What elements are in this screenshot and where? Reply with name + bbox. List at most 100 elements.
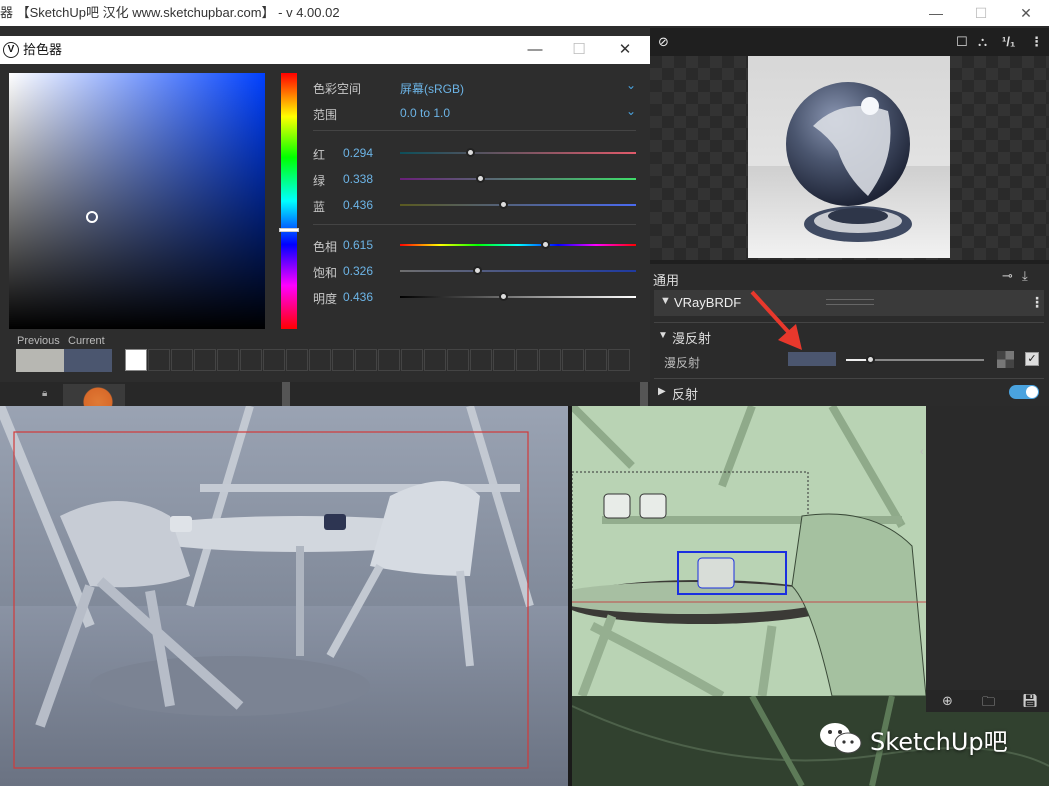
brightness-value[interactable]: 0.436: [343, 290, 373, 304]
green-label: 绿: [313, 174, 326, 188]
empty-color-slot[interactable]: [470, 349, 492, 371]
hue-bar[interactable]: [279, 73, 299, 329]
chevron-down-icon[interactable]: ⌄: [626, 78, 636, 92]
sv-handle[interactable]: [86, 211, 98, 223]
empty-color-slot[interactable]: [171, 349, 193, 371]
color-picker-dialog: V 拾色器 — ☐ ✕ 色彩空间 屏幕(sRGB) ⌄ 范围 0.0 to 1.…: [0, 36, 650, 406]
divider: [654, 322, 1044, 323]
render-scene: [0, 406, 568, 786]
saturation-slider[interactable]: [400, 266, 636, 275]
drag-handle[interactable]: [826, 299, 874, 305]
layer-menu-icon[interactable]: ⋮: [1030, 294, 1044, 311]
picker-close-button[interactable]: ✕: [602, 36, 648, 64]
vraybrdf-layer[interactable]: ▼ VRayBRDF ⋮: [654, 290, 1044, 316]
teapot-icon[interactable]: ⛬: [978, 34, 987, 50]
blue-slider[interactable]: [400, 200, 636, 209]
saturation-value[interactable]: 0.326: [343, 264, 373, 278]
sketchup-scene: [572, 406, 926, 696]
collapsed-triangle-icon[interactable]: ▶: [658, 386, 666, 397]
divider: [654, 378, 1044, 379]
render-viewport[interactable]: [0, 406, 568, 786]
main-titlebar: 器 【SketchUp吧 汉化 www.sketchupbar.com】 - v…: [0, 0, 1049, 26]
minimize-button[interactable]: —: [913, 0, 959, 26]
pin-icon[interactable]: ⊸: [1002, 268, 1013, 284]
empty-color-slot[interactable]: [424, 349, 446, 371]
diffuse-slider-knob[interactable]: [866, 355, 875, 364]
open-folder-icon[interactable]: 🗀: [982, 693, 995, 715]
picker-titlebar: V 拾色器 — ☐ ✕: [0, 36, 650, 64]
picker-maximize-button[interactable]: ☐: [556, 36, 602, 64]
saved-color-swatch[interactable]: [125, 349, 147, 371]
green-value[interactable]: 0.338: [343, 172, 373, 186]
sidebar-toolbar: ⊕ 🗀 💾︎: [926, 690, 1049, 712]
saturation-value-square[interactable]: [9, 73, 265, 329]
region-render-icon[interactable]: ☐: [956, 34, 968, 50]
close-button[interactable]: ✕: [1003, 0, 1049, 26]
green-slider[interactable]: [400, 174, 636, 183]
green-slider-knob[interactable]: [476, 174, 485, 183]
hue-slider[interactable]: [400, 240, 636, 249]
picker-bottom-strip: 🔒︎: [0, 382, 650, 406]
annotation-arrow: [750, 290, 802, 350]
sketchup-viewport[interactable]: [572, 406, 926, 696]
hue-value[interactable]: 0.615: [343, 238, 373, 252]
expand-triangle-icon[interactable]: ▼: [658, 330, 668, 341]
empty-color-slot[interactable]: [539, 349, 561, 371]
texture-slot-icon[interactable]: [997, 351, 1014, 368]
save-icon[interactable]: 💾︎: [1022, 693, 1039, 709]
scrollbar[interactable]: [640, 382, 648, 406]
blue-slider-knob[interactable]: [499, 200, 508, 209]
color-space-dropdown[interactable]: 屏幕(sRGB): [400, 80, 464, 97]
picker-minimize-button[interactable]: —: [512, 36, 558, 64]
empty-color-slot[interactable]: [562, 349, 584, 371]
more-options-icon[interactable]: ⋮: [1030, 34, 1043, 50]
red-slider-knob[interactable]: [466, 148, 475, 157]
range-dropdown[interactable]: 0.0 to 1.0: [400, 106, 450, 120]
brightness-slider-knob[interactable]: [499, 292, 508, 301]
divider: [313, 224, 636, 225]
chevron-down-icon[interactable]: ⌄: [626, 104, 636, 118]
empty-color-slot[interactable]: [148, 349, 170, 371]
diffuse-section-title[interactable]: 漫反射: [672, 328, 711, 347]
empty-color-slot[interactable]: [263, 349, 285, 371]
hue-handle[interactable]: [279, 228, 299, 232]
empty-color-slot[interactable]: [217, 349, 239, 371]
empty-color-slot[interactable]: [355, 349, 377, 371]
watermark-text: SketchUp吧: [870, 728, 1008, 756]
empty-color-slot[interactable]: [447, 349, 469, 371]
brightness-slider[interactable]: [400, 292, 636, 301]
empty-color-slot[interactable]: [194, 349, 216, 371]
material-thumbnail[interactable]: [63, 384, 125, 406]
empty-color-slot[interactable]: [585, 349, 607, 371]
reflection-section-title[interactable]: 反射: [672, 384, 698, 403]
red-value[interactable]: 0.294: [343, 146, 373, 160]
collapse-chevron-icon[interactable]: ‹: [920, 446, 924, 458]
empty-color-slot[interactable]: [378, 349, 400, 371]
empty-color-slot[interactable]: [401, 349, 423, 371]
link-icon[interactable]: ⊘: [658, 34, 669, 50]
red-slider[interactable]: [400, 148, 636, 157]
empty-color-slot[interactable]: [516, 349, 538, 371]
vraybrdf-label: VRayBRDF: [674, 295, 742, 310]
empty-color-slot[interactable]: [332, 349, 354, 371]
reflection-toggle[interactable]: [1009, 385, 1039, 399]
saturation-slider-knob[interactable]: [473, 266, 482, 275]
ratio-icon[interactable]: ¹/₁: [1002, 34, 1015, 49]
lock-icon[interactable]: 🔒︎: [42, 388, 47, 399]
diffuse-checkbox[interactable]: ✓: [1025, 352, 1039, 366]
import-icon[interactable]: ⤓: [1022, 268, 1028, 284]
hue-slider-knob[interactable]: [541, 240, 550, 249]
empty-color-slot[interactable]: [493, 349, 515, 371]
scrollbar[interactable]: [282, 382, 290, 406]
maximize-button[interactable]: ☐: [958, 0, 1004, 26]
diffuse-amount-slider[interactable]: [846, 355, 984, 364]
collapse-triangle-icon[interactable]: ▼: [660, 295, 671, 307]
previous-color-swatch[interactable]: [16, 349, 64, 372]
add-material-icon[interactable]: ⊕: [942, 693, 953, 709]
blue-value[interactable]: 0.436: [343, 198, 373, 212]
material-properties-panel: 通用 ⊸ ⤓ ▼ VRayBRDF ⋮ ▼ 漫反射 漫反射 ✓ ▶ 反射: [650, 264, 1049, 406]
empty-color-slot[interactable]: [286, 349, 308, 371]
empty-color-slot[interactable]: [240, 349, 262, 371]
empty-color-slot[interactable]: [608, 349, 630, 371]
empty-color-slot[interactable]: [309, 349, 331, 371]
